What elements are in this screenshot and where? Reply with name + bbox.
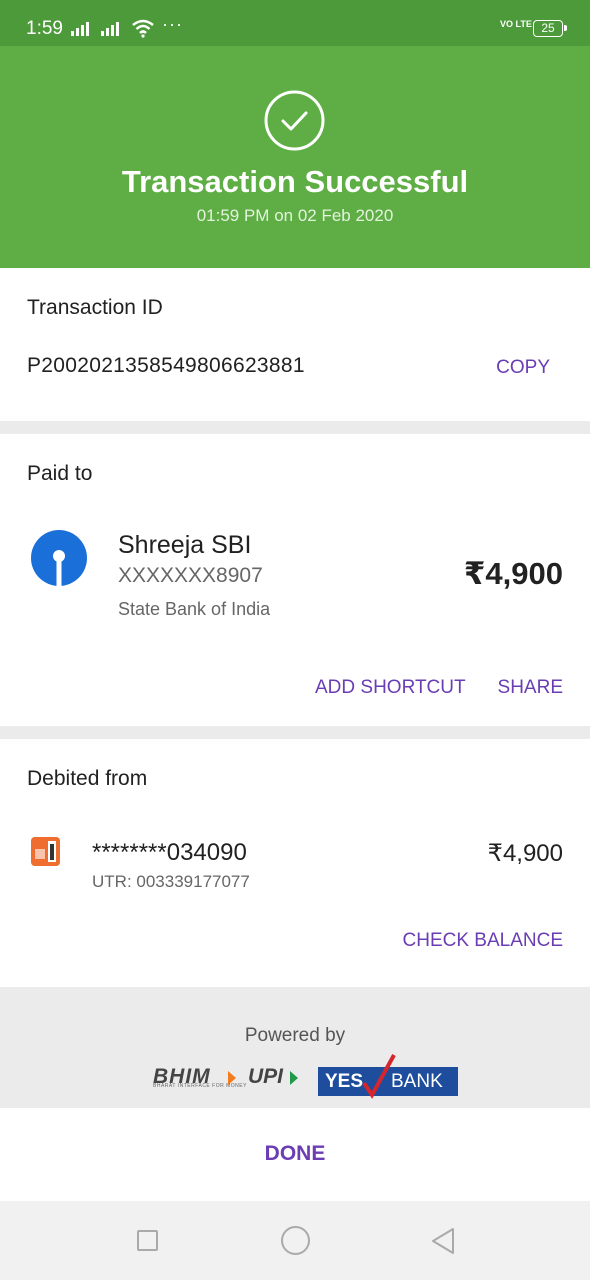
debited-from-label: Debited from [27,767,148,790]
signal-icon [71,22,89,36]
add-shortcut-button[interactable]: ADD SHORTCUT [315,677,466,699]
yes-text: YES [325,1071,364,1092]
transaction-id-card: Transaction ID P2002021358549806623881 C… [0,268,590,421]
signal-icon [101,22,119,36]
check-balance-button[interactable]: CHECK BALANCE [403,930,564,952]
payee-name: Shreeja SBI [118,531,252,559]
done-bar: DONE [0,1108,590,1201]
debit-account: ********034090 [92,839,247,866]
payee-bank: State Bank of India [118,599,271,619]
powered-by-label: Powered by [244,1025,346,1046]
transaction-timestamp: 01:59 PM on 02 Feb 2020 [196,206,394,225]
volte-icon: VO LTE [500,19,532,29]
debited-from-card: Debited from ********034090 UTR: 0033391… [0,739,590,987]
more-notifications-icon: ··· [162,14,183,34]
wifi-icon [132,19,154,38]
nav-recents-icon[interactable] [137,1230,158,1251]
bhim-tagline: BHARAT INTERFACE FOR MONEY [153,1083,247,1089]
paid-amount: ₹4,900 [463,556,563,591]
upi-logo: UPI [248,1065,284,1088]
transaction-id-value: P2002021358549806623881 [27,354,305,377]
share-button[interactable]: SHARE [498,677,563,699]
status-bar: 1:59 ··· VO LTE 25 [0,0,590,46]
upi-flag-icon [290,1071,298,1085]
utr-number: UTR: 003339177077 [92,872,250,891]
nav-back-icon[interactable] [430,1226,456,1256]
status-time: 1:59 [26,18,63,39]
yes-bank-logo: YES BANK [318,1054,458,1099]
battery-icon: 25 [533,20,567,37]
success-header: Transaction Successful 01:59 PM on 02 Fe… [0,46,590,268]
system-nav-bar [0,1201,590,1280]
paid-to-card: Paid to Shreeja SBI XXXXXXX8907 State Ba… [0,434,590,726]
done-button[interactable]: DONE [0,1142,590,1166]
bank-text: BANK [391,1071,443,1092]
nav-home-icon[interactable] [281,1226,310,1255]
sbi-logo-icon [31,530,87,586]
powered-by-section: Powered by BHIM BHARAT INTERFACE FOR MON… [0,987,590,1108]
bank-logo-icon [31,837,60,866]
header-title: Transaction Successful [121,164,469,199]
debited-amount: ₹4,900 [487,840,563,867]
payee-account: XXXXXXX8907 [118,564,263,587]
check-circle-icon [264,90,325,151]
copy-button[interactable]: COPY [496,357,550,379]
transaction-id-label: Transaction ID [27,296,163,319]
paid-to-label: Paid to [27,462,93,485]
